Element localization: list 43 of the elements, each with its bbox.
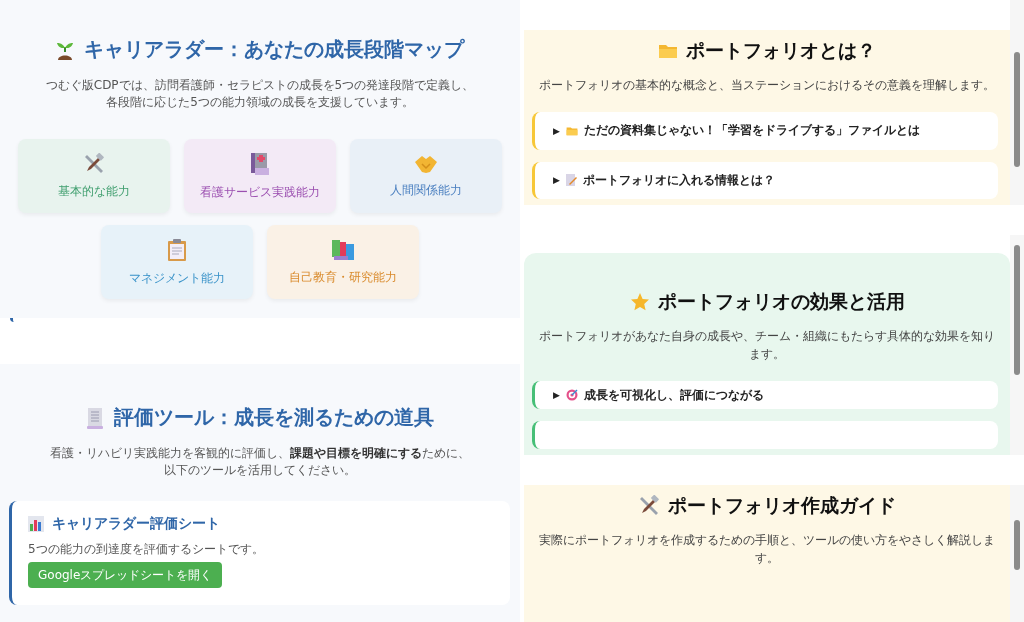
ability-label: 人間関係能力 — [390, 181, 462, 199]
folder-icon — [565, 125, 578, 136]
scrollbar[interactable] — [1010, 0, 1024, 205]
expand-marker: ▶ — [553, 390, 560, 400]
ability-label: 基本的な能力 — [58, 182, 130, 200]
folder-icon — [658, 43, 678, 59]
section-title: 評価ツール：成長を測るための道具 — [114, 404, 434, 431]
panel-title: ポートフォリオの効果と活用 — [657, 289, 905, 314]
description-line: 各段階に応じた5つの能力領域の成長を支援しています。 — [106, 94, 414, 111]
document-icon — [86, 406, 104, 429]
accordion-item[interactable]: ▶ ポートフォリオに入れる情報とは？ — [532, 161, 998, 199]
ability-label: 看護サービス実践能力 — [200, 183, 320, 201]
tools-icon — [83, 152, 105, 175]
ability-label: 自己教育・研究能力 — [289, 268, 397, 286]
panel-description: ポートフォリオの基本的な概念と、当ステーションにおけるその意義を理解します。 — [539, 77, 995, 94]
target-icon — [565, 389, 578, 401]
expand-marker: ▶ — [553, 175, 560, 186]
ability-label: マネジメント能力 — [129, 269, 225, 287]
books-icon — [331, 238, 355, 261]
expand-marker: ▶ — [553, 125, 560, 136]
accordion-label: ただの資料集じゃない！「学習をドライブする」ファイルとは — [583, 122, 920, 140]
accordion-item[interactable]: ▶ ただの資料集じゃない！「学習をドライブする」ファイルとは — [532, 112, 998, 150]
accordion-label: 成長を可視化し、評価につながる — [583, 386, 764, 404]
panel-title: ポートフォリオ作成ガイド — [668, 493, 896, 518]
notebook-icon — [250, 151, 270, 176]
description-line: 以下のツールを活用してください。 — [164, 462, 356, 479]
description-line: 看護・リハビリ実践能力を客観的に評価し、課題や目標を明確にするために、 — [50, 445, 470, 462]
clipboard-icon — [167, 237, 187, 262]
panel-description: 実際にポートフォリオを作成するための手順と、ツールの使い方をやさしく解説します。 — [538, 532, 996, 567]
accordion-label: ポートフォリオに入れる情報とは？ — [582, 171, 775, 189]
bar-chart-icon — [28, 516, 44, 532]
memo-icon — [565, 174, 577, 187]
scrollbar[interactable] — [1010, 235, 1024, 455]
panel-description: ポートフォリオがあなた自身の成長や、チーム・組織にもたらす具体的な効果を知ります。 — [538, 328, 996, 363]
section-title: キャリアラダー：あなたの成長段階マップ — [84, 36, 464, 63]
tool-title: キャリアラダー評価シート — [52, 515, 220, 533]
description-line: つむぐ版CDPでは、訪問看護師・セラピストの成長を5つの発達段階で定義し、 — [45, 77, 475, 94]
star-icon — [629, 292, 650, 312]
scrollbar[interactable] — [1010, 485, 1024, 622]
accordion-item[interactable]: ▶ 成長を可視化し、評価につながる — [532, 381, 998, 409]
panel-title: ポートフォリオとは？ — [686, 38, 876, 63]
tools-icon — [638, 495, 660, 517]
tool-description: 5つの能力の到達度を評価するシートです。 — [28, 541, 265, 558]
